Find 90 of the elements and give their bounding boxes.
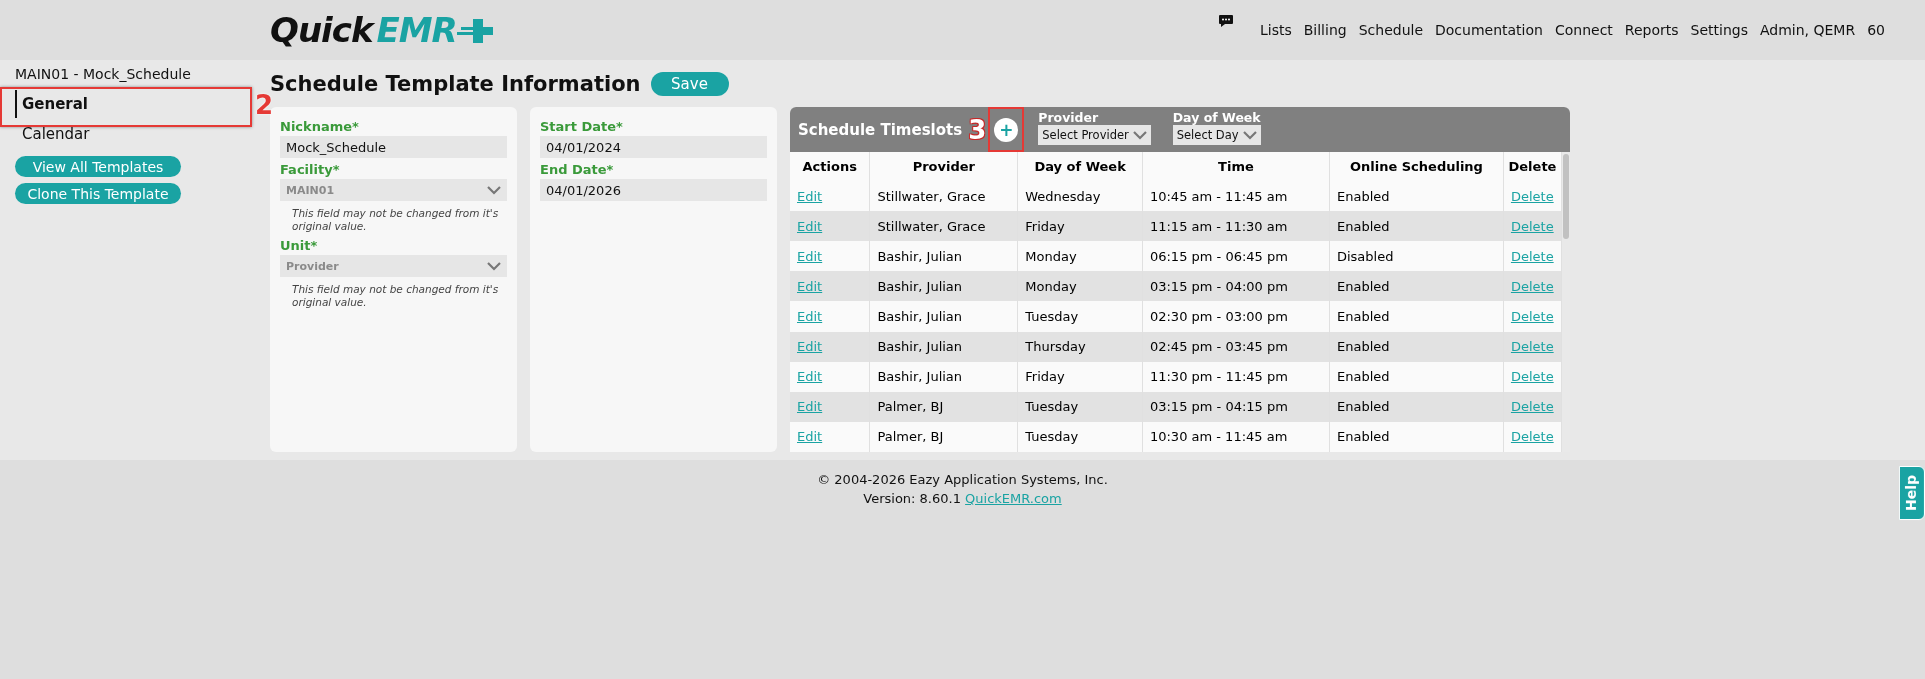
sidebar-button[interactable]: Clone This Template — [15, 183, 181, 204]
table-cell: Enabled — [1329, 391, 1504, 422]
dropdown-field: Provider — [280, 255, 507, 278]
nav-link[interactable]: Reports — [1624, 22, 1679, 38]
table-cell: Enabled — [1329, 421, 1504, 452]
table-cell: Bashir, Julian — [869, 361, 1018, 392]
chevron-down-icon — [1242, 130, 1257, 140]
panel-title: Schedule Timeslots — [798, 120, 963, 139]
table-cell: Tuesday — [1017, 301, 1143, 332]
delete-link[interactable]: Delete — [1510, 188, 1554, 204]
table-cell: Enabled — [1329, 271, 1504, 302]
table-cell: Enabled — [1329, 331, 1504, 362]
table-cell: Tuesday — [1017, 391, 1143, 422]
column-header: Delete — [1503, 152, 1562, 181]
field-note: This field may not be changed from it's original value. — [291, 206, 500, 234]
field-label: Start Date* — [540, 119, 624, 134]
column-header: Provider — [869, 152, 1018, 181]
column-header: Day of Week — [1017, 152, 1143, 181]
table-cell: Enabled — [1329, 361, 1504, 392]
table-cell: Friday — [1017, 361, 1143, 392]
edit-link[interactable]: Edit — [797, 309, 823, 324]
logo: QuickEMR — [270, 10, 457, 50]
table-cell: 10:30 am - 11:45 am — [1142, 421, 1330, 452]
edit-link[interactable]: Edit — [797, 248, 823, 264]
field-label: Nickname* — [280, 119, 360, 134]
table-cell: 03:15 pm - 04:15 pm — [1142, 391, 1330, 422]
nav-link[interactable]: Connect — [1554, 22, 1613, 38]
filter-dropdown[interactable]: Select Day — [1172, 125, 1261, 145]
table-cell: Friday — [1017, 211, 1143, 242]
table-cell: Tuesday — [1017, 421, 1143, 452]
edit-link[interactable]: Edit — [797, 278, 823, 294]
edit-link[interactable]: Edit — [797, 339, 823, 355]
nav-link[interactable]: Documentation — [1435, 22, 1543, 38]
chevron-down-icon — [487, 261, 501, 271]
edit-link[interactable]: Edit — [797, 218, 823, 234]
help-tab[interactable]: Help — [1899, 466, 1925, 521]
copyright-text: © 2004-2026 Eazy Application Systems, Inc. — [817, 471, 1108, 489]
version-text: Version: 8.60.1 — [863, 491, 961, 506]
table-cell: Enabled — [1329, 301, 1504, 332]
field-label: Unit* — [280, 238, 319, 254]
template-title: MAIN01 - Mock_Schedule — [15, 65, 192, 84]
delete-link[interactable]: Delete — [1510, 369, 1554, 385]
table-cell: Bashir, Julian — [869, 331, 1018, 362]
table-cell: Enabled — [1329, 211, 1504, 242]
website-link[interactable]: QuickEMR.com — [965, 491, 1062, 506]
edit-link[interactable]: Edit — [797, 399, 823, 415]
nav-link[interactable]: Settings — [1690, 22, 1748, 38]
field-label: Facility* — [280, 162, 341, 177]
sidebar-item[interactable]: Calendar — [15, 120, 270, 148]
table-cell: 02:45 pm - 03:45 pm — [1142, 331, 1330, 362]
table-cell: Palmer, BJ — [869, 391, 1018, 422]
delete-link[interactable]: Delete — [1510, 248, 1554, 264]
filter-dropdown[interactable]: Select Provider — [1038, 125, 1151, 145]
edit-link[interactable]: Edit — [797, 429, 823, 445]
filter-label: Day of Week — [1172, 110, 1261, 125]
step-number: 3 — [968, 116, 987, 143]
field-note: This field may not be changed from it's original value. — [291, 282, 500, 310]
nav-link[interactable]: Billing — [1303, 22, 1347, 38]
edit-link[interactable]: Edit — [797, 188, 823, 204]
nav-link[interactable]: Lists — [1259, 22, 1292, 38]
table-cell: Bashir, Julian — [869, 301, 1018, 332]
text-field[interactable]: Mock_Schedule — [280, 136, 507, 158]
column-header: Time — [1142, 152, 1330, 181]
table-cell: Palmer, BJ — [869, 421, 1018, 452]
table-cell: Bashir, Julian — [869, 271, 1018, 302]
filter-label: Provider — [1038, 110, 1100, 125]
column-header: Online Scheduling — [1329, 152, 1504, 181]
sidebar-button[interactable]: View All Templates — [15, 156, 181, 177]
chevron-down-icon — [1132, 130, 1147, 140]
field-label: End Date* — [540, 162, 615, 177]
table-cell: 02:30 pm - 03:00 pm — [1142, 301, 1330, 332]
date-field[interactable]: 04/01/2026 — [540, 179, 767, 201]
session-timer: 60 — [1867, 22, 1885, 38]
table-cell: Monday — [1017, 271, 1143, 302]
table-cell: 03:15 pm - 04:00 pm — [1142, 271, 1330, 302]
chevron-down-icon — [487, 185, 501, 195]
delete-link[interactable]: Delete — [1510, 429, 1554, 445]
edit-link[interactable]: Edit — [797, 369, 823, 385]
chat-icon[interactable] — [1217, 14, 1234, 28]
table-cell: Stillwater, Grace — [869, 211, 1018, 242]
nav-link[interactable]: Admin, QEMR — [1759, 22, 1856, 38]
table-cell: Thursday — [1017, 331, 1143, 362]
delete-link[interactable]: Delete — [1510, 309, 1554, 324]
save-button[interactable]: Save — [650, 72, 729, 96]
nav-link[interactable]: Schedule — [1358, 22, 1423, 38]
dropdown-field: MAIN01 — [280, 179, 507, 201]
add-button[interactable]: + — [994, 117, 1019, 142]
table-cell: 11:15 am - 11:30 am — [1142, 211, 1330, 242]
table-cell: 11:30 pm - 11:45 pm — [1142, 361, 1330, 392]
date-field[interactable]: 04/01/2024 — [540, 136, 767, 158]
